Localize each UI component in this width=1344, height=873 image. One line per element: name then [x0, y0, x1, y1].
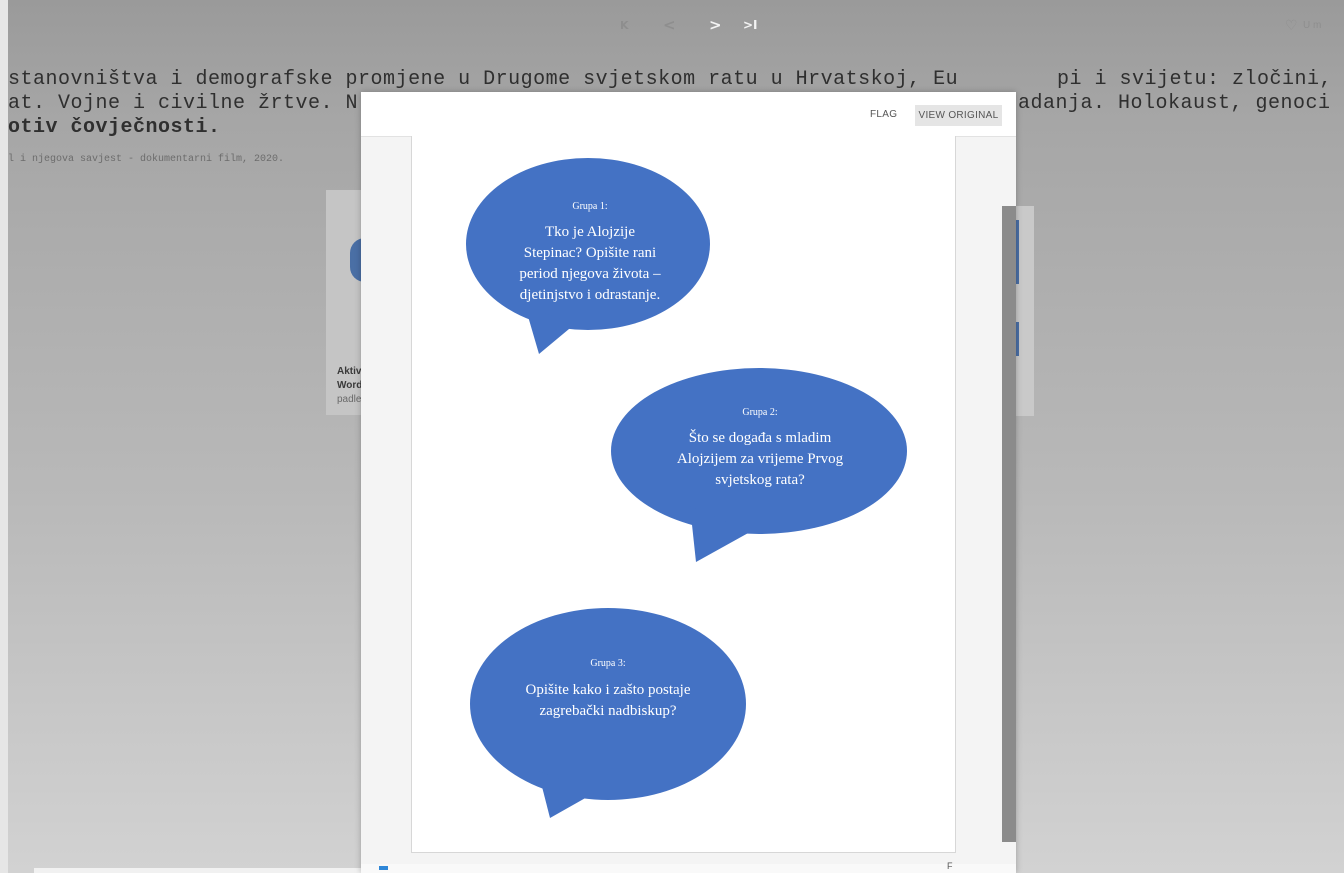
group-label: Grupa 1:: [572, 201, 608, 212]
modal-header: FLAG VIEW ORIGINAL: [361, 92, 1016, 137]
document-scrollbar[interactable]: [1002, 206, 1016, 842]
question-line: zagrebački nadbiskup?: [539, 703, 677, 719]
group-label: Grupa 3:: [590, 658, 626, 669]
heart-icon[interactable]: ♡: [1285, 18, 1298, 34]
resource-title-line-2-right: adanja. Holokaust, genoci: [1018, 92, 1331, 115]
first-page-button[interactable]: K: [620, 19, 629, 32]
bottom-bar: [34, 868, 364, 873]
save-label[interactable]: U m: [1303, 20, 1321, 31]
view-original-button[interactable]: VIEW ORIGINAL: [915, 105, 1002, 126]
resource-subtitle: l i njegova savjest - dokumentarni film,…: [8, 154, 285, 165]
question-line: Stepinac? Opišite rani: [523, 245, 657, 261]
question-line: djetinjstvo i odrastanje.: [519, 287, 661, 303]
right-card-accent: [1016, 220, 1019, 284]
document-page: Grupa 1: Tko je Alojzije Stepinac? Opiši…: [411, 136, 956, 853]
right-card-accent-2: [1016, 322, 1019, 356]
footer-indicator: [379, 866, 388, 870]
question-text: Tko je Alojzije Stepinac? Opišite rani p…: [465, 222, 715, 306]
document-viewer-modal: FLAG VIEW ORIGINAL Grupa 1: Tko je Alojz…: [361, 92, 1016, 873]
speech-bubble-group-3: Grupa 3: Opišite kako i zašto postaje za…: [468, 606, 748, 821]
next-page-button[interactable]: >: [709, 16, 722, 34]
resource-title-line-2: at. Vojne i civilne žrtve. N: [8, 92, 359, 115]
left-strip: [0, 0, 8, 873]
resource-title-line-1-right: pi i svijetu: zločini, st: [1057, 68, 1344, 91]
flag-button[interactable]: FLAG: [870, 109, 897, 120]
footer-text: F: [947, 861, 953, 871]
previous-page-button[interactable]: <: [663, 16, 676, 34]
question-line: Što se događa s mladim: [688, 430, 832, 446]
group-label: Grupa 2:: [742, 407, 778, 418]
question-text: Što se događa s mladim Alojzijem za vrij…: [610, 428, 910, 491]
speech-bubble-group-1: Grupa 1: Tko je Alojzije Stepinac? Opiši…: [465, 156, 715, 356]
speech-bubble-group-2: Grupa 2: Što se događa s mladim Alojzije…: [610, 366, 910, 566]
question-line: Alojzijem za vrijeme Prvog: [676, 451, 844, 467]
question-line: svjetskog rata?: [715, 472, 805, 488]
right-card[interactable]: [1016, 206, 1034, 416]
question-line: period njegova života –: [519, 266, 661, 282]
question-line: Tko je Alojzije: [545, 224, 635, 240]
question-text: Opišite kako i zašto postaje zagrebački …: [468, 680, 748, 722]
card-source: padle: [337, 394, 362, 405]
question-line: Opišite kako i zašto postaje: [525, 682, 691, 698]
resource-title-line-3: otiv čovječnosti.: [8, 116, 221, 139]
resource-title-line-1: stanovništva i demografske promjene u Dr…: [8, 68, 959, 91]
card-title-2: Word: [337, 380, 363, 391]
modal-footer: F: [361, 861, 1016, 873]
card-title-1: Aktiv: [337, 366, 362, 377]
last-page-button[interactable]: >I: [743, 18, 758, 32]
